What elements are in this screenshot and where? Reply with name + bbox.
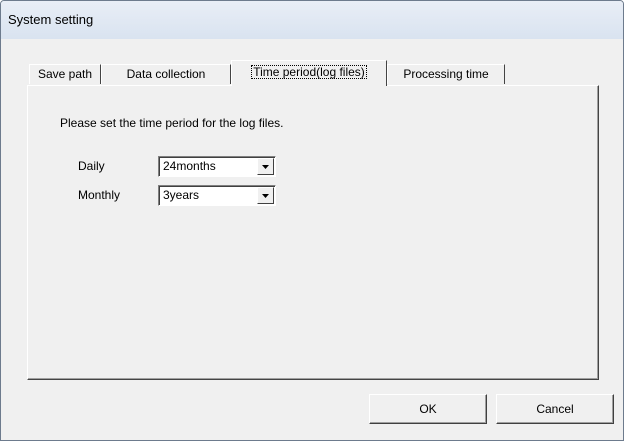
tab-label: Time period(log files) <box>251 65 367 79</box>
tab-save-path[interactable]: Save path <box>29 64 101 84</box>
tab-label: Data collection <box>126 67 206 81</box>
monthly-value: 3years <box>163 188 200 202</box>
monthly-dropdown-button[interactable] <box>257 187 274 204</box>
time-period-panel: Please set the time period for the log f… <box>27 85 599 380</box>
instruction-text: Please set the time period for the log f… <box>60 116 284 130</box>
tab-label: Save path <box>37 67 93 81</box>
monthly-select[interactable]: 3years <box>158 185 276 206</box>
monthly-label: Monthly <box>78 188 121 202</box>
tab-label: Processing time <box>403 67 489 81</box>
daily-dropdown-button[interactable] <box>257 158 274 175</box>
chevron-down-icon <box>262 194 269 198</box>
daily-value: 24months <box>163 159 216 173</box>
ok-button[interactable]: OK <box>369 394 487 424</box>
window-title: System setting <box>8 12 94 27</box>
title-bar[interactable]: System setting <box>1 1 623 39</box>
chevron-down-icon <box>262 165 269 169</box>
cancel-button[interactable]: Cancel <box>496 394 614 424</box>
tab-processing-time[interactable]: Processing time <box>387 64 505 84</box>
daily-select[interactable]: 24months <box>158 156 276 177</box>
daily-label: Daily <box>78 159 105 173</box>
system-setting-dialog: System setting Save path Data collection… <box>0 0 624 441</box>
dialog-body: Save path Data collection Time period(lo… <box>9 39 615 433</box>
tab-time-period[interactable]: Time period(log files) <box>231 60 387 86</box>
tab-data-collection[interactable]: Data collection <box>101 64 231 84</box>
